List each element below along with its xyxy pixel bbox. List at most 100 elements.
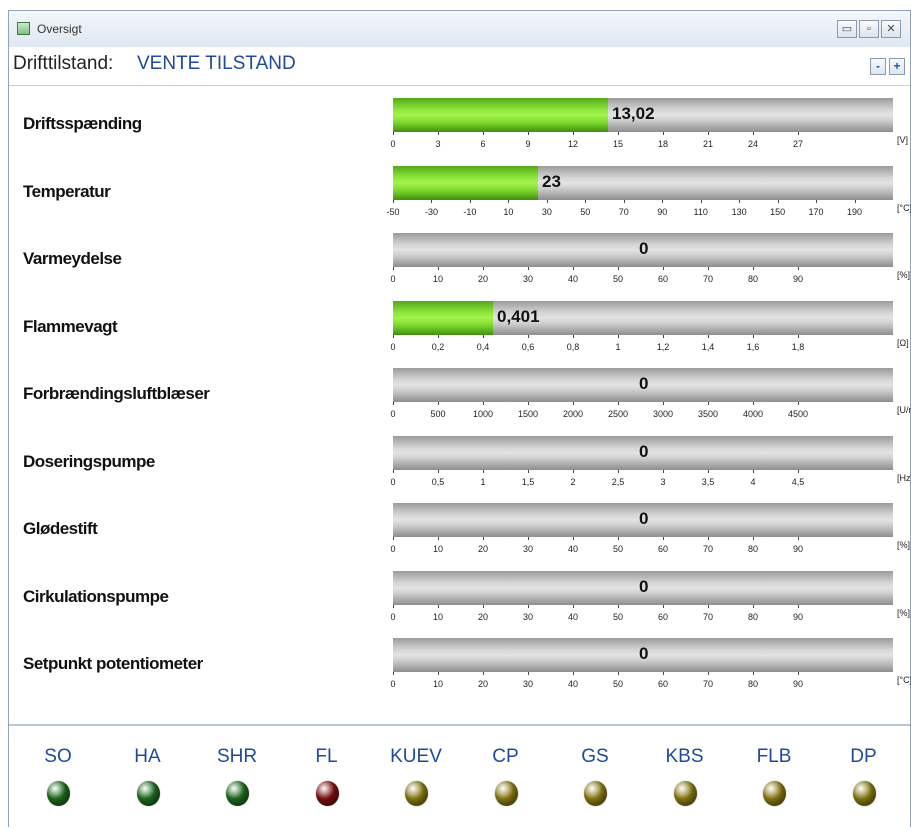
gauge-tick-label: 4,5 <box>791 476 805 487</box>
gauge-tick-label: 9 <box>525 139 531 149</box>
gauge-tick <box>483 672 484 675</box>
gauge-tick-label: 40 <box>567 679 579 689</box>
gauge-tick <box>573 469 574 473</box>
gauge-tick <box>708 672 709 675</box>
gauge-unit: [%] <box>897 540 911 550</box>
gauge-tick-label: 24 <box>747 139 759 149</box>
gauge-tick-label: 27 <box>792 139 804 149</box>
gauge-tick-label: 15 <box>612 139 624 149</box>
gauge-tick-label: 3500 <box>697 409 719 419</box>
gauge-tick-label: 0 <box>390 611 396 622</box>
gauge-tick-label: 1,5 <box>521 476 535 487</box>
gauge-tick-label: -30 <box>424 206 438 217</box>
status-lamp-label: KUEV <box>390 746 442 767</box>
status-lamp: SHR <box>202 726 272 826</box>
gauge-label: Forbrændingsluftblæser <box>23 384 210 403</box>
gauge-value: 0 <box>639 374 649 393</box>
gauge-tick <box>393 267 394 270</box>
gauge-tick <box>483 604 484 608</box>
gauge-label: Setpunkt potentiometer <box>23 654 203 673</box>
gauge-row: Varmeydelse 0 0 10 20 30 40 50 60 70 80 90 [%] <box>9 225 911 293</box>
minimize-button[interactable]: ▭ <box>837 20 857 38</box>
gauge-label: Cirkulationspumpe <box>23 586 169 606</box>
gauge-tick <box>798 132 799 135</box>
gauge-tick <box>753 672 754 675</box>
gauge-tick-label: 3 <box>435 139 441 149</box>
status-lamp-label: CP <box>492 746 519 767</box>
gauge-tick-label: 70 <box>618 206 629 217</box>
status-lamp-label: SO <box>44 746 72 767</box>
gauge-tick <box>528 132 529 135</box>
status-led-icon <box>673 781 697 806</box>
gauge-tick-label: 50 <box>612 611 624 622</box>
gauge-label: Doseringspumpe <box>23 451 155 471</box>
gauge-tick-label: 50 <box>612 544 624 554</box>
status-led-icon <box>763 781 786 806</box>
gauge-tick <box>393 537 394 540</box>
gauge-tick <box>573 604 574 608</box>
gauge-tick-label: 2500 <box>607 409 629 419</box>
gauge-tick <box>393 132 394 135</box>
gauge-tick-label: -10 <box>463 206 477 217</box>
gauge-tick-label: 20 <box>477 544 489 554</box>
gauge-tick-label: 1,6 <box>746 341 760 352</box>
zoom-in-button[interactable]: + <box>889 58 905 75</box>
gauge-tick <box>393 604 394 608</box>
gauge-tick <box>618 402 619 405</box>
zoom-out-button[interactable]: - <box>870 58 886 75</box>
gauge-tick-label: 50 <box>612 274 624 284</box>
gauge-tick <box>618 672 619 675</box>
gauge-fill <box>393 300 493 335</box>
gauge-tick <box>573 672 574 675</box>
status-led-icon <box>852 781 876 806</box>
gauge-tick-label: 1,4 <box>701 341 715 352</box>
close-button[interactable]: ✕ <box>881 20 901 38</box>
gauge-tick <box>700 199 702 203</box>
gauge-unit: [°C] <box>897 202 911 213</box>
gauge-tick <box>663 537 664 540</box>
maximize-button[interactable]: ▫ <box>859 20 879 38</box>
gauge-tick <box>798 267 799 270</box>
gauge-tick <box>438 604 439 608</box>
status-led-icon <box>494 781 518 806</box>
gauge-tick <box>618 604 619 608</box>
gauge-tick <box>753 267 754 270</box>
gauge-tick-label: 4 <box>750 476 756 487</box>
gauge-tick-label: 60 <box>657 274 669 284</box>
status-lamp-label: GS <box>581 746 609 767</box>
gauge-tick-label: 40 <box>567 611 579 622</box>
gauge-tick <box>573 267 574 270</box>
gauge-row: Cirkulationspumpe 0 0 10 20 30 40 50 60 70 80 90 [%] <box>9 563 911 631</box>
gauge-tick <box>573 402 574 405</box>
gauge-tick <box>469 199 471 203</box>
gauge-tick-label: 30 <box>522 544 534 554</box>
gauge-label: Temperatur <box>23 181 111 201</box>
gauge-value: 0 <box>639 509 649 528</box>
status-lamp-label: SHR <box>216 746 258 767</box>
gauge-value: 13,02 <box>612 104 655 123</box>
gauge-tick <box>753 334 754 338</box>
status-led-icon <box>47 781 70 806</box>
gauge-unit: [U/min] <box>897 405 911 415</box>
gauge-tick <box>528 469 529 473</box>
gauge-tick <box>393 672 394 675</box>
gauge-unit: [V] <box>897 135 909 145</box>
gauge-tick-label: 60 <box>657 611 669 622</box>
gauge-tick-label: 1000 <box>472 409 494 419</box>
gauge-tick-label: 110 <box>693 206 708 217</box>
gauge-tick-label: 10 <box>503 206 514 217</box>
gauge-value: 0 <box>639 576 649 596</box>
operating-mode-value: VENTE TILSTAND <box>137 53 296 74</box>
gauge-tick-label: 80 <box>747 679 759 689</box>
gauge-unit: [%] <box>897 607 911 618</box>
status-lamp: FL <box>292 726 362 826</box>
gauge-tick-label: 3000 <box>652 409 674 419</box>
gauge-tick <box>753 132 754 135</box>
gauge-tick <box>663 672 664 675</box>
gauge-tick-label: 0 <box>390 341 396 352</box>
gauge-tick <box>663 267 664 270</box>
gauge-value: 0 <box>639 441 649 461</box>
gauge-label: Flammevagt <box>23 316 118 336</box>
gauge-tick-label: 190 <box>847 206 863 217</box>
status-lamp-label: FLB <box>756 746 792 767</box>
